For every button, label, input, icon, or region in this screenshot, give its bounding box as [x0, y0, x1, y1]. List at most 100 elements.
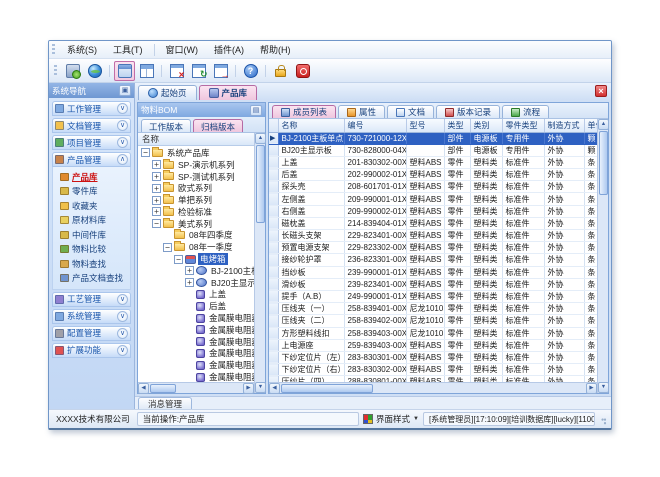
tab-工作版本[interactable]: 工作版本: [141, 119, 191, 132]
scroll-thumb[interactable]: [599, 131, 608, 195]
scroll-left-icon[interactable]: ◀: [269, 383, 280, 394]
collapse-icon[interactable]: −: [152, 219, 161, 228]
menu-item[interactable]: 帮助(H): [252, 41, 299, 58]
chevron-down-icon[interactable]: ∨: [117, 103, 128, 114]
chevron-down-icon[interactable]: ∨: [117, 137, 128, 148]
expand-icon[interactable]: +: [152, 196, 161, 205]
resize-grip[interactable]: [599, 413, 607, 425]
sidebar-item-中间件库[interactable]: 中间件库: [60, 228, 129, 241]
column-header-型号[interactable]: 型号: [406, 119, 444, 132]
table-row[interactable]: 探头壳208-601701-01X塑料ABS零件塑料类标准件外协条: [269, 181, 597, 193]
menu-item[interactable]: 系统(S): [59, 41, 105, 58]
tree-item[interactable]: 金属膜电阻器: [138, 324, 254, 336]
close-icon[interactable]: ×: [595, 85, 607, 97]
scroll-thumb[interactable]: [281, 384, 373, 393]
sidebar-item-原材料库[interactable]: 原材料库: [60, 214, 129, 227]
table-row[interactable]: 接纱轮护罩236-823301-00X塑料ABS零件塑料类标准件外协条: [269, 254, 597, 266]
expand-icon[interactable]: +: [152, 172, 161, 181]
table-row[interactable]: 右侧盖209-990002-01X塑料ABS零件塑料类标准件外协条: [269, 205, 597, 217]
tree-item[interactable]: +SP-测试机系列: [138, 171, 254, 183]
menu-grip[interactable]: [52, 44, 55, 56]
sidebar-group-系统管理[interactable]: 系统管理∨: [52, 309, 131, 324]
collapse-icon[interactable]: −: [174, 255, 183, 264]
table-row[interactable]: 压线夹（一）258-839401-00X尼龙1010零件塑料类标准件外协条: [269, 303, 597, 315]
tree-item[interactable]: −电烤箱: [138, 253, 254, 265]
scroll-left-icon[interactable]: ◀: [138, 383, 149, 394]
column-header-零件类型[interactable]: 零件类型: [502, 119, 544, 132]
expand-icon[interactable]: +: [185, 266, 194, 275]
sidebar-group-工作管理[interactable]: 工作管理∨: [52, 101, 131, 116]
table-hscrollbar[interactable]: ◀ ▶: [269, 382, 597, 393]
tree-item[interactable]: −08年一季度: [138, 241, 254, 253]
tree-item[interactable]: 上盖: [138, 289, 254, 301]
table-vscrollbar[interactable]: ▲ ▼: [597, 119, 608, 393]
tree-item[interactable]: −系统产品库: [138, 147, 254, 159]
sidebar-group-项目管理[interactable]: 项目管理∨: [52, 135, 131, 150]
table-row[interactable]: 磁枕盖214-839404-01X塑料ABS零件塑料类标准件外协条: [269, 217, 597, 229]
lock-button[interactable]: [270, 61, 291, 81]
sidebar-item-产品库[interactable]: 产品库: [60, 170, 129, 183]
workspace-button[interactable]: [62, 61, 83, 81]
table-row[interactable]: 方形塑料线扣258-839403-00X尼龙1010零件塑料类标准件外协条: [269, 327, 597, 339]
chevron-down-icon[interactable]: ∨: [117, 328, 128, 339]
folder-window-button[interactable]: [114, 61, 135, 81]
chevron-down-icon[interactable]: ∨: [117, 345, 128, 356]
scroll-up-icon[interactable]: ▲: [598, 119, 609, 130]
doc-tab-起始页[interactable]: 起始页: [138, 85, 197, 100]
chevron-up-icon[interactable]: ∧: [117, 154, 128, 165]
table-row[interactable]: 压线夹（二）258-839402-00X尼龙1010零件塑料类标准件外协条: [269, 315, 597, 327]
tree-item[interactable]: +BJ-2100主板单点: [138, 265, 254, 277]
tree-item[interactable]: 金属膜电阻器: [138, 336, 254, 348]
table-row[interactable]: 长磁头支架229-823401-00X塑料ABS零件塑料类标准件外协条: [269, 230, 597, 242]
table-export-button[interactable]: [210, 61, 231, 81]
menu-item[interactable]: 插件(A): [206, 41, 252, 58]
table-row[interactable]: ▶BJ-2100主板单点730-721000-12X部件电源板专用件外协颗: [269, 132, 597, 144]
layout-button[interactable]: [136, 61, 157, 81]
tab-成员列表[interactable]: 成员列表: [272, 105, 336, 118]
scroll-right-icon[interactable]: ▶: [243, 383, 254, 394]
tab-归档版本[interactable]: 归档版本: [193, 119, 243, 132]
sidebar-options-button[interactable]: ▣: [119, 85, 131, 96]
table-row[interactable]: 滑纱板239-823401-00X塑料ABS零件塑料类标准件外协条: [269, 278, 597, 290]
tree-column-header[interactable]: 名称: [138, 133, 254, 146]
sidebar-item-物料比较[interactable]: 物料比较: [60, 243, 129, 256]
tree-item[interactable]: +SP-演示机系列: [138, 159, 254, 171]
sidebar-item-物料查找[interactable]: 物料查找: [60, 257, 129, 270]
scroll-thumb[interactable]: [150, 384, 176, 393]
toolbar-grip[interactable]: [54, 65, 57, 77]
tree-item[interactable]: 金属膜电阻器: [138, 348, 254, 360]
sidebar-group-扩展功能[interactable]: 扩展功能∨: [52, 343, 131, 358]
sidebar-group-配置管理[interactable]: 配置管理∨: [52, 326, 131, 341]
exit-button[interactable]: [292, 61, 313, 81]
tree-item[interactable]: 金属膜电阻器: [138, 359, 254, 371]
tree-item[interactable]: +欧式系列: [138, 182, 254, 194]
tree-hscrollbar[interactable]: ◀ ▶: [138, 382, 254, 393]
bom-panel-menu-button[interactable]: ▤: [250, 105, 262, 116]
tree-item[interactable]: 金属膜电阻器: [138, 312, 254, 324]
table-row[interactable]: 预置电源支架229-823302-00X塑料ABS零件塑料类标准件外协条: [269, 242, 597, 254]
sidebar-item-产品文档查找[interactable]: 产品文档查找: [60, 272, 129, 285]
help-button[interactable]: [240, 61, 261, 81]
sidebar-group-文档管理[interactable]: 文档管理∨: [52, 118, 131, 133]
sidebar-group-产品管理[interactable]: 产品管理∧: [52, 152, 131, 167]
tree-item[interactable]: +单把系列: [138, 194, 254, 206]
sidebar-item-零件库[interactable]: 零件库: [60, 185, 129, 198]
tree-item[interactable]: 08年四季度: [138, 230, 254, 242]
expand-icon[interactable]: +: [185, 278, 194, 287]
table-row[interactable]: 左侧盖209-990001-01X塑料ABS零件塑料类标准件外协条: [269, 193, 597, 205]
scroll-up-icon[interactable]: ▲: [255, 133, 266, 144]
collapse-icon[interactable]: −: [163, 243, 172, 252]
table-row[interactable]: 下纱定位片（左）283-830301-00X塑料ABS零件塑料类标准件外协条: [269, 351, 597, 363]
column-header-编号[interactable]: 编号: [344, 119, 406, 132]
menu-item[interactable]: 工具(T): [105, 41, 151, 58]
expand-icon[interactable]: +: [152, 184, 161, 193]
scroll-down-icon[interactable]: ▼: [598, 382, 609, 393]
tree-vscrollbar[interactable]: ▲ ▼: [254, 133, 265, 393]
tree-item[interactable]: 金属膜电阻器: [138, 371, 254, 382]
table-row[interactable]: 挡纱板239-990001-01X塑料ABS零件塑料类标准件外协条: [269, 266, 597, 278]
scroll-thumb[interactable]: [256, 145, 265, 223]
table-row[interactable]: BJ20主显示板730-828000-04X部件电源板专用件外协颗: [269, 144, 597, 156]
expand-icon[interactable]: +: [152, 160, 161, 169]
tree-item[interactable]: 后盖: [138, 300, 254, 312]
tab-属性[interactable]: 属性: [338, 105, 385, 118]
